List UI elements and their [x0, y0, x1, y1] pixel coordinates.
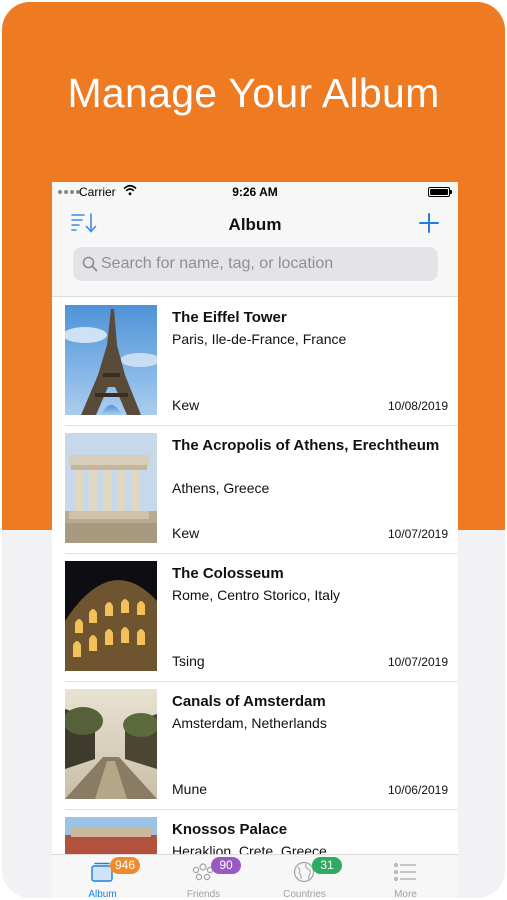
- tab-label: Countries: [283, 889, 326, 898]
- photo-thumbnail: [65, 433, 157, 543]
- tab-label: Friends: [186, 889, 221, 898]
- photo-thumbnail: [65, 305, 157, 415]
- item-location: Amsterdam, Netherlands: [172, 715, 327, 731]
- search-bar[interactable]: [73, 247, 438, 281]
- nav-title: Album: [228, 215, 282, 234]
- item-name: The Eiffel Tower: [172, 309, 287, 326]
- list-icon: [394, 863, 416, 881]
- item-name: Canals of Amsterdam: [172, 693, 326, 710]
- list-item[interactable]: Canals of Amsterdam Amsterdam, Netherlan…: [52, 682, 458, 810]
- nav-bar: Album: [52, 202, 458, 297]
- item-date: 10/06/2019: [387, 783, 448, 797]
- item-user: Mune: [172, 781, 208, 797]
- item-name: The Acropolis of Athens, Erechtheum: [172, 437, 440, 454]
- tab-label: Album: [88, 889, 117, 898]
- friends-count-badge: 90: [211, 857, 241, 874]
- album-count-badge: 946: [110, 857, 141, 874]
- item-user: Kew: [172, 525, 200, 541]
- list-item[interactable]: The Colosseum Rome, Centro Storico, Ital…: [52, 554, 458, 682]
- status-bar: Carrier 9:26 AM: [52, 182, 458, 202]
- status-time: 9:26 AM: [232, 185, 278, 199]
- tab-friends[interactable]: 90 Friends: [153, 855, 254, 898]
- item-user: Tsing: [172, 653, 205, 669]
- countries-count-badge: 31: [312, 857, 342, 874]
- tab-bar: 946 Album 90 Friends 31 Countries More: [52, 854, 458, 898]
- item-name: The Colosseum: [172, 565, 284, 582]
- item-location: Paris, Ile-de-France, France: [172, 331, 347, 347]
- search-icon: [82, 256, 98, 272]
- search-input[interactable]: [101, 247, 431, 281]
- tab-more[interactable]: More: [355, 855, 456, 898]
- item-date: 10/07/2019: [387, 527, 448, 541]
- battery-icon: [428, 187, 452, 197]
- item-date: 10/07/2019: [387, 655, 448, 669]
- tab-label: More: [394, 889, 417, 898]
- promo-frame: Manage Your Album Carrier 9:26 AM Album …: [2, 2, 505, 898]
- phone-screen: Carrier 9:26 AM Album Search for name, t…: [52, 182, 458, 898]
- item-user: Kew: [172, 397, 200, 413]
- photo-thumbnail: [65, 561, 157, 671]
- list-item[interactable]: The Acropolis of Athens, Erechtheum Athe…: [52, 426, 458, 554]
- tab-countries[interactable]: 31 Countries: [254, 855, 355, 898]
- tab-album[interactable]: 946 Album: [52, 855, 153, 898]
- plus-icon[interactable]: [418, 212, 440, 234]
- list-item[interactable]: The Eiffel Tower Paris, Ile-de-France, F…: [52, 298, 458, 426]
- item-location: Rome, Centro Storico, Italy: [172, 587, 341, 603]
- photo-thumbnail: [65, 689, 157, 799]
- promo-headline: Manage Your Album: [67, 70, 440, 116]
- item-date: 10/08/2019: [387, 399, 448, 413]
- item-name: Knossos Palace: [172, 821, 288, 838]
- item-location: Athens, Greece: [172, 480, 270, 496]
